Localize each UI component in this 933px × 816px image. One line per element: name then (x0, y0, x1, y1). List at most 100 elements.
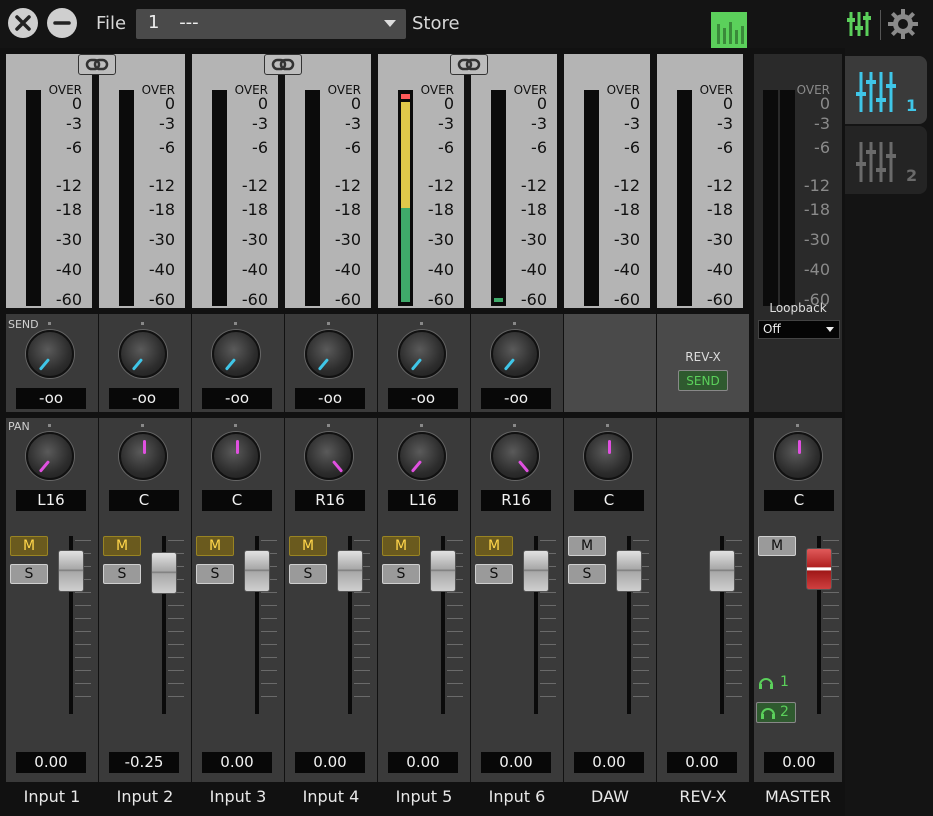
rotary-knob[interactable] (398, 330, 446, 378)
mute-button[interactable]: M (103, 536, 141, 556)
stereo-link-button[interactable] (264, 54, 302, 75)
file-name: --- (179, 12, 199, 33)
mute-button[interactable]: M (196, 536, 234, 556)
meter-icon (717, 22, 744, 44)
fader-tick (726, 605, 742, 606)
solo-button[interactable]: S (103, 564, 141, 584)
fader-tick (540, 696, 556, 697)
mixer-icon (856, 142, 896, 182)
rotary-knob[interactable] (212, 432, 260, 480)
solo-button[interactable]: S (289, 564, 327, 584)
solo-button[interactable]: S (196, 564, 234, 584)
meter-scale-label: -40 (427, 260, 454, 279)
solo-button[interactable]: S (475, 564, 513, 584)
fader-handle[interactable] (806, 548, 832, 590)
fader-handle[interactable] (337, 550, 363, 592)
rotary-knob[interactable] (774, 432, 822, 480)
fader-handle[interactable] (430, 550, 456, 592)
gear-icon[interactable] (887, 8, 919, 40)
knob-tick (513, 424, 516, 427)
send-level-readout: -oo (481, 388, 551, 409)
level-meter: OVER 0 -3 -6 -12 -18 -30 -40 -60 (99, 54, 185, 308)
phones-2-toggle[interactable]: 2 (756, 702, 796, 723)
channel-strip: OVER 0 -3 -6 -12 -18 -30 -40 -60 -oo R16 M S 0.00 Inpu… (285, 48, 377, 816)
fader-handle[interactable] (58, 550, 84, 592)
rev-send-button[interactable]: SEND (678, 370, 728, 391)
solo-button[interactable]: S (10, 564, 48, 584)
meter-scale-label: -30 (241, 230, 268, 249)
mute-button[interactable]: M (289, 536, 327, 556)
rotary-knob[interactable] (119, 432, 167, 480)
fader-tick (823, 605, 839, 606)
rotary-knob[interactable] (491, 330, 539, 378)
mute-button[interactable]: M (382, 536, 420, 556)
fader-tick (354, 540, 370, 541)
file-select[interactable]: 1 --- (136, 9, 406, 39)
solo-button[interactable]: S (382, 564, 420, 584)
minimize-button[interactable] (47, 8, 77, 38)
solo-button[interactable]: S (568, 564, 606, 584)
pan-readout: C (574, 490, 644, 511)
meter-scale-label: -12 (706, 176, 733, 195)
fader-tick (633, 540, 649, 541)
fader-handle[interactable] (151, 552, 177, 594)
pan-section (657, 418, 749, 808)
tab-mixer-2[interactable]: 2 (845, 126, 927, 194)
headphones-icon (759, 678, 773, 689)
fader-handle[interactable] (616, 550, 642, 592)
rotary-knob[interactable] (26, 330, 74, 378)
knob-tick (327, 424, 330, 427)
rotary-knob[interactable] (212, 330, 260, 378)
fader-handle[interactable] (523, 550, 549, 592)
fader-tick (540, 540, 556, 541)
mute-button[interactable]: M (568, 536, 606, 556)
meter-scale-label: -30 (334, 230, 361, 249)
knob-pointer (798, 440, 801, 454)
fader-handle[interactable] (244, 550, 270, 592)
store-button[interactable]: Store (412, 13, 460, 34)
meter-scale: OVER 0 -3 -6 -12 -18 -30 -40 -60 (497, 82, 547, 308)
loopback-select[interactable]: Off (758, 320, 840, 339)
meter-scale: OVER 0 -3 -6 -12 -18 -30 -40 -60 (32, 82, 82, 308)
meter-scale-label: -40 (613, 260, 640, 279)
fader-level-readout: 0.00 (667, 752, 737, 773)
mixer-icon[interactable] (845, 8, 877, 40)
fader-tick (823, 683, 839, 684)
fader-tick (354, 605, 370, 606)
rotary-knob[interactable] (305, 330, 353, 378)
stereo-link-button[interactable] (450, 54, 488, 75)
stereo-link-button[interactable] (78, 54, 116, 75)
phones-1-toggle[interactable]: 1 (758, 674, 798, 694)
rotary-knob[interactable] (119, 330, 167, 378)
chevron-down-icon (826, 327, 834, 332)
knob-pointer (410, 460, 423, 473)
meter-scale-label: -40 (706, 260, 733, 279)
meter-toggle-button[interactable] (711, 12, 747, 48)
rotary-knob[interactable] (305, 432, 353, 480)
fader-level-readout: 0.00 (202, 752, 272, 773)
fader-tick (354, 631, 370, 632)
fader-handle[interactable] (709, 550, 735, 592)
rotary-knob[interactable] (491, 432, 539, 480)
knob-pointer (608, 440, 611, 454)
meter-scale-label: -60 (706, 290, 733, 309)
knob-tick (796, 424, 799, 427)
rotary-knob[interactable] (584, 432, 632, 480)
send-level-readout: -oo (295, 388, 365, 409)
mute-button[interactable]: M (475, 536, 513, 556)
mute-button[interactable]: M (10, 536, 48, 556)
rotary-knob[interactable] (26, 432, 74, 480)
close-button[interactable] (8, 8, 38, 38)
tab-mixer-1[interactable]: 1 (845, 56, 927, 124)
meter-scale-label: -3 (159, 114, 175, 133)
channel-name: Input 2 (99, 782, 191, 816)
fader-tick (726, 631, 742, 632)
mute-button[interactable]: M (758, 536, 796, 556)
meter-scale-label: -30 (148, 230, 175, 249)
meter-scale-label: -3 (66, 114, 82, 133)
level-meter: OVER 0 -3 -6 -12 -18 -30 -40 -60 (754, 54, 838, 308)
meter-scale-label: -18 (706, 200, 733, 219)
rotary-knob[interactable] (398, 432, 446, 480)
fader-tick (726, 618, 742, 619)
meter-scale-label: -6 (66, 138, 82, 157)
